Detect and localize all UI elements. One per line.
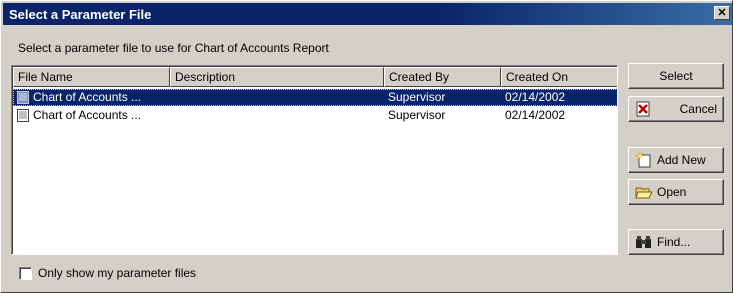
binoculars-icon bbox=[636, 236, 651, 248]
open-folder-icon bbox=[635, 187, 653, 199]
only-my-files-checkbox[interactable] bbox=[19, 266, 32, 280]
select-button[interactable]: Select bbox=[628, 63, 724, 89]
cell-created-on: 02/14/2002 bbox=[505, 90, 566, 104]
new-document-icon bbox=[636, 152, 651, 168]
list-header: File Name Description Created By Created… bbox=[13, 67, 617, 87]
close-button[interactable]: ✕ bbox=[714, 6, 730, 20]
add-new-button-label: Add New bbox=[657, 153, 706, 167]
cancel-button[interactable]: Cancel bbox=[628, 96, 724, 122]
column-header-created-by[interactable]: Created By bbox=[384, 67, 501, 87]
column-header-file-name[interactable]: File Name bbox=[13, 67, 170, 87]
cell-description bbox=[174, 89, 382, 106]
column-header-created-on[interactable]: Created On bbox=[501, 67, 617, 87]
open-button-label: Open bbox=[657, 185, 687, 199]
window-title: Select a Parameter File bbox=[9, 6, 152, 22]
cell-file-name: Chart of Accounts ... bbox=[33, 108, 142, 122]
add-new-button[interactable]: Add New bbox=[628, 147, 724, 173]
only-my-files-label: Only show my parameter files bbox=[38, 266, 197, 280]
find-button[interactable]: Find... bbox=[628, 229, 724, 255]
cell-description bbox=[174, 107, 382, 124]
select-parameter-file-dialog: Select a Parameter File ✕ Select a param… bbox=[0, 0, 733, 293]
document-icon bbox=[17, 91, 29, 104]
title-bar[interactable]: Select a Parameter File ✕ bbox=[3, 3, 732, 25]
instruction-text: Select a parameter file to use for Chart… bbox=[18, 41, 329, 55]
cell-created-by: Supervisor bbox=[388, 108, 446, 122]
cancel-button-label: Cancel bbox=[679, 102, 717, 116]
find-button-label: Find... bbox=[657, 235, 691, 249]
parameter-file-list[interactable]: File Name Description Created By Created… bbox=[11, 65, 618, 255]
table-row[interactable]: Chart of Accounts ... Supervisor 02/14/2… bbox=[13, 107, 617, 124]
column-header-description[interactable]: Description bbox=[170, 67, 384, 87]
cell-created-by: Supervisor bbox=[388, 90, 446, 104]
document-icon bbox=[17, 109, 29, 122]
cell-created-on: 02/14/2002 bbox=[505, 108, 566, 122]
cell-file-name: Chart of Accounts ... bbox=[33, 90, 142, 104]
open-button[interactable]: Open bbox=[628, 179, 724, 205]
table-row[interactable]: Chart of Accounts ... Supervisor 02/14/2… bbox=[13, 89, 617, 106]
select-button-label: Select bbox=[659, 69, 693, 83]
cancel-icon bbox=[636, 101, 650, 117]
only-my-files-option[interactable]: Only show my parameter files bbox=[19, 266, 196, 280]
close-icon: ✕ bbox=[717, 6, 727, 19]
